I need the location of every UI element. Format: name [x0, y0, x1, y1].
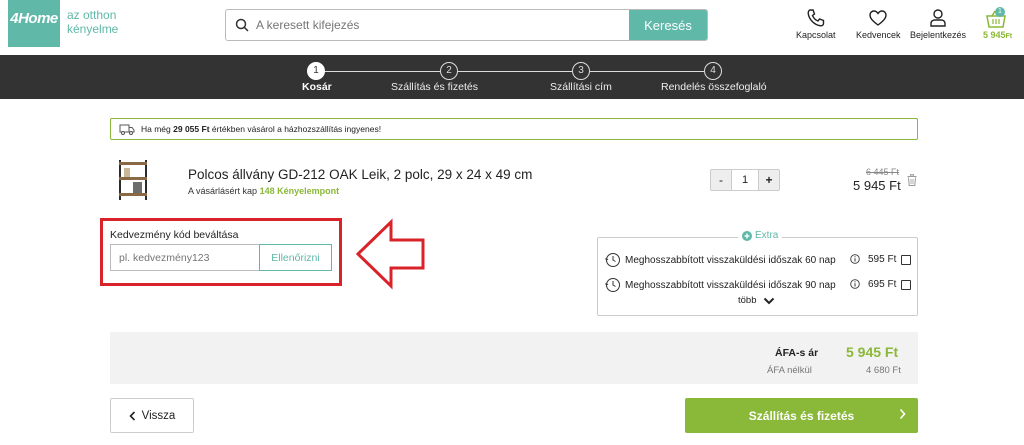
tagline-line1: az otthon [67, 8, 117, 22]
plus-circle-icon [742, 230, 752, 241]
product-points: A vásárlásért kap 148 Kényelempont [188, 186, 339, 196]
step-connector [325, 71, 440, 72]
original-price: 6 445 Ft [866, 167, 900, 177]
logo-tagline: az otthon kényelme [67, 8, 118, 36]
step-1-number: 1 [307, 62, 325, 80]
chevron-left-icon [129, 410, 135, 421]
info-icon[interactable] [850, 279, 860, 289]
extra-option-price: 595 Ft [868, 254, 897, 265]
extra-option-price: 695 Ft [868, 279, 897, 290]
extra-option-90[interactable]: Meghosszabbított visszaküldési időszak 9… [605, 277, 915, 293]
logo[interactable]: 4Home [8, 0, 60, 47]
extra-title: Extra [738, 230, 783, 241]
quantity-increase-button[interactable]: + [758, 169, 780, 191]
search-button[interactable]: Keresés [629, 10, 707, 40]
step-3-label: Szállítási cím [550, 81, 612, 93]
coupon-code-input[interactable] [110, 244, 260, 271]
notice-text: Ha még 29 055 Ft értékben vásárol a házh… [141, 124, 381, 134]
gross-price-value: 5 945 Ft [846, 344, 899, 360]
points-value: 148 Kényelempont [259, 186, 340, 196]
net-price-label: ÁFA nélkül [767, 365, 812, 376]
cart-count-badge: 1 [995, 7, 1005, 17]
contact-label: Kapcsolat [796, 30, 836, 40]
gross-price-label: ÁFA-s ár [775, 347, 819, 359]
continue-to-shipping-button[interactable]: Szállítás és fizetés [685, 398, 918, 433]
continue-button-label: Szállítás és fizetés [748, 408, 855, 423]
step-1-label: Kosár [302, 81, 332, 93]
return-clock-icon [605, 278, 620, 292]
favorites-label: Kedvencek [856, 30, 901, 40]
step-3-number: 3 [572, 62, 590, 80]
notice-amount: 29 055 Ft [173, 124, 210, 134]
back-button[interactable]: Vissza [110, 398, 194, 433]
product-price: 5 945 Ft [853, 178, 901, 193]
cart-total-amount: 5 945 [983, 30, 1006, 40]
truck-icon [119, 124, 135, 135]
extra-option-checkbox[interactable] [901, 255, 911, 265]
quantity-value[interactable]: 1 [732, 169, 758, 191]
return-clock-icon [605, 253, 620, 267]
extra-option-60[interactable]: Meghosszabbított visszaküldési időszak 6… [605, 252, 915, 268]
show-more-label: több [738, 295, 757, 306]
info-icon[interactable] [850, 254, 860, 264]
net-price-value: 4 680 Ft [866, 365, 901, 376]
notice-suffix: értékben vásárol a házhozszállítás ingye… [211, 124, 382, 134]
free-shipping-notice: Ha még 29 055 Ft értékben vásárol a házh… [110, 118, 918, 140]
step-connector [458, 71, 572, 72]
user-icon [930, 9, 946, 27]
quantity-stepper: - 1 + [710, 169, 780, 191]
search-input[interactable] [256, 10, 656, 40]
coupon-title: Kedvezmény kód beváltása [110, 229, 239, 241]
product-image[interactable] [116, 158, 150, 202]
cart-total-currency: Ft [1005, 33, 1013, 40]
search-icon [235, 18, 249, 32]
checkout-steps-bar [0, 55, 1024, 99]
trash-icon[interactable] [907, 174, 917, 186]
tagline-line2: kényelme [67, 22, 119, 36]
heart-icon [869, 10, 887, 26]
show-more-toggle[interactable]: több [738, 295, 775, 306]
product-name[interactable]: Polcos állvány GD-212 OAK Leik, 2 polc, … [188, 167, 532, 182]
extra-title-text: Extra [755, 230, 779, 241]
notice-prefix: Ha még [141, 124, 171, 134]
contact-link[interactable]: Kapcsolat [796, 8, 836, 40]
coupon-check-button[interactable]: Ellenőrizni [259, 244, 332, 271]
step-2-label: Szállítás és fizetés [391, 81, 478, 93]
login-label: Bejelentkezés [910, 30, 967, 40]
step-4-number: 4 [704, 62, 722, 80]
step-connector [590, 71, 704, 72]
back-button-label: Vissza [141, 409, 176, 422]
cart-total: 5 945Ft [983, 30, 1012, 40]
extra-option-checkbox[interactable] [901, 280, 911, 290]
favorites-link[interactable]: Kedvencek [856, 8, 901, 40]
extra-option-label: Meghosszabbított visszaküldési időszak 9… [625, 279, 836, 291]
step-4-label: Rendelés összefoglaló [661, 81, 767, 93]
search-bar: Keresés [225, 9, 708, 41]
chevron-right-icon [899, 408, 906, 420]
chevron-down-icon [763, 297, 774, 304]
extra-option-label: Meghosszabbított visszaküldési időszak 6… [625, 254, 836, 266]
login-link[interactable]: Bejelentkezés [910, 8, 966, 40]
phone-icon [807, 9, 824, 27]
quantity-decrease-button[interactable]: - [710, 169, 732, 191]
step-2-number: 2 [440, 62, 458, 80]
points-prefix: A vásárlásért kap [188, 186, 258, 196]
left-arrow-annotation [355, 218, 425, 290]
